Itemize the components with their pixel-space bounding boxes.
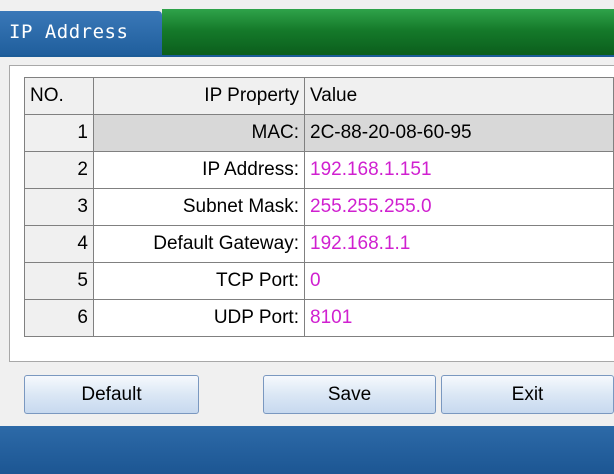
property-label: MAC: <box>93 114 305 152</box>
property-label: Subnet Mask: <box>93 188 305 226</box>
table-row[interactable]: 1 MAC: 2C-88-20-08-60-95 <box>24 114 614 152</box>
table-row[interactable]: 6 UDP Port: 8101 <box>24 299 614 337</box>
default-button[interactable]: Default <box>24 375 199 414</box>
property-value[interactable]: 8101 <box>304 299 614 337</box>
property-value[interactable]: 192.168.1.151 <box>304 151 614 189</box>
title-divider <box>0 55 614 57</box>
title-tab: IP Address <box>0 11 162 56</box>
property-value[interactable]: 2C-88-20-08-60-95 <box>304 114 614 152</box>
table-row[interactable]: 5 TCP Port: 0 <box>24 262 614 300</box>
row-number: 3 <box>24 188 94 226</box>
header-ip-property: IP Property <box>93 77 305 115</box>
property-label: Default Gateway: <box>93 225 305 263</box>
property-label: IP Address: <box>93 151 305 189</box>
title-bar-fill <box>162 9 614 56</box>
save-button[interactable]: Save <box>263 375 436 414</box>
table-header-row: NO. IP Property Value <box>24 77 614 115</box>
property-value[interactable]: 0 <box>304 262 614 300</box>
row-number: 5 <box>24 262 94 300</box>
title-bar: IP Address <box>0 0 614 57</box>
ip-property-table: NO. IP Property Value 1 MAC: 2C-88-20-08… <box>24 77 614 337</box>
property-label: TCP Port: <box>93 262 305 300</box>
status-bar <box>0 426 614 474</box>
property-value[interactable]: 192.168.1.1 <box>304 225 614 263</box>
row-number: 6 <box>24 299 94 337</box>
table-row[interactable]: 3 Subnet Mask: 255.255.255.0 <box>24 188 614 226</box>
table-row[interactable]: 4 Default Gateway: 192.168.1.1 <box>24 225 614 263</box>
row-number: 4 <box>24 225 94 263</box>
exit-button[interactable]: Exit <box>441 375 614 414</box>
window-title: IP Address <box>9 21 129 43</box>
ip-property-panel: NO. IP Property Value 1 MAC: 2C-88-20-08… <box>9 65 614 362</box>
row-number: 1 <box>24 114 94 152</box>
table-row[interactable]: 2 IP Address: 192.168.1.151 <box>24 151 614 189</box>
header-no: NO. <box>24 77 94 115</box>
row-number: 2 <box>24 151 94 189</box>
property-value[interactable]: 255.255.255.0 <box>304 188 614 226</box>
header-value: Value <box>304 77 614 115</box>
property-label: UDP Port: <box>93 299 305 337</box>
